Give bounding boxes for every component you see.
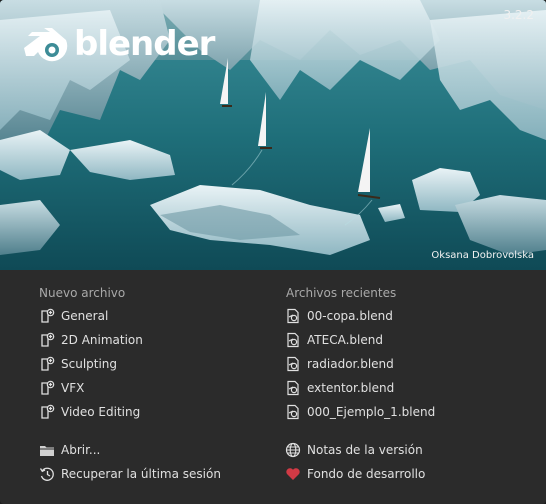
blend-file-icon — [285, 380, 301, 396]
logo-wordmark: blender — [74, 24, 215, 64]
recent-file-item[interactable]: 000_Ejemplo_1.blend — [285, 403, 435, 421]
recent-file-item[interactable]: 00-copa.blend — [285, 307, 393, 325]
heart-icon — [285, 466, 301, 482]
development-fund-label: Fondo de desarrollo — [307, 467, 426, 481]
release-notes-label: Notas de la versión — [307, 443, 423, 457]
new-file-sculpting-label: Sculpting — [61, 357, 118, 371]
splash-menu: Nuevo archivo General 2D Animation Sculp… — [0, 270, 546, 504]
new-file-sculpting[interactable]: Sculpting — [39, 355, 117, 373]
recent-files-heading: Archivos recientes — [286, 286, 397, 300]
open-file-button[interactable]: Abrir... — [39, 441, 100, 459]
recent-file-label: radiador.blend — [307, 357, 394, 371]
new-file-icon — [39, 380, 55, 396]
blender-logo-icon — [24, 28, 68, 62]
new-file-icon — [39, 356, 55, 372]
splash-image: blender 3.2.2 Oksana Dobrovolska — [0, 0, 546, 270]
new-file-2d-animation-label: 2D Animation — [61, 333, 143, 347]
recover-last-session-label: Recuperar la última sesión — [61, 467, 221, 481]
version-label: 3.2.2 — [503, 8, 534, 22]
development-fund-link[interactable]: Fondo de desarrollo — [285, 465, 425, 483]
globe-icon — [285, 442, 301, 458]
release-notes-link[interactable]: Notas de la versión — [285, 441, 423, 459]
recent-file-label: extentor.blend — [307, 381, 395, 395]
blend-file-icon — [285, 356, 301, 372]
new-file-video-editing[interactable]: Video Editing — [39, 403, 140, 421]
new-file-general[interactable]: General — [39, 307, 108, 325]
new-file-video-editing-label: Video Editing — [61, 405, 141, 419]
recent-file-item[interactable]: ATECA.blend — [285, 331, 383, 349]
new-file-icon — [39, 404, 55, 420]
recent-file-item[interactable]: radiador.blend — [285, 355, 394, 373]
blend-file-icon — [285, 332, 301, 348]
recent-file-label: 00-copa.blend — [307, 309, 393, 323]
artwork-credit: Oksana Dobrovolska — [431, 250, 534, 261]
new-file-2d-animation[interactable]: 2D Animation — [39, 331, 143, 349]
recover-last-session-button[interactable]: Recuperar la última sesión — [39, 465, 221, 483]
recent-file-label: 000_Ejemplo_1.blend — [307, 405, 436, 419]
new-file-vfx-label: VFX — [61, 381, 85, 395]
recent-file-label: ATECA.blend — [307, 333, 383, 347]
recover-icon — [39, 466, 55, 482]
new-file-general-label: General — [61, 309, 109, 323]
new-file-icon — [39, 308, 55, 324]
recent-file-item[interactable]: extentor.blend — [285, 379, 394, 397]
blend-file-icon — [285, 308, 301, 324]
new-file-icon — [39, 332, 55, 348]
open-file-label: Abrir... — [61, 443, 101, 457]
new-file-heading: Nuevo archivo — [39, 286, 126, 300]
splash-screen: blender 3.2.2 Oksana Dobrovolska Nuevo a… — [0, 0, 546, 504]
blender-logo: blender — [22, 24, 215, 64]
folder-icon — [39, 442, 55, 458]
new-file-vfx[interactable]: VFX — [39, 379, 84, 397]
blend-file-icon — [285, 404, 301, 420]
